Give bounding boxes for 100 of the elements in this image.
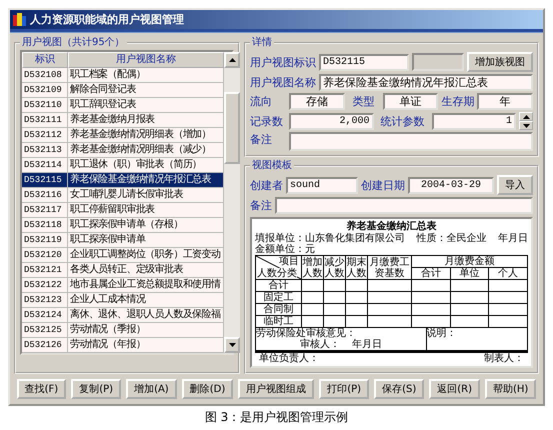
table-cell[interactable]: 职工退休（职）审批表（简历） [68,158,224,173]
table-cell[interactable]: D532126 [22,338,68,353]
scroll-down-button[interactable] [224,337,240,353]
table-cell[interactable]: 养老保险基金缴纳情况年报汇总表 [68,173,224,188]
table-cell[interactable]: D532108 [22,68,68,83]
table-cell[interactable]: 离休、退休、退职人员人数及保险福 [68,308,224,323]
toolbar-button[interactable]: 删除(D) [182,379,234,399]
remark-field[interactable] [275,197,533,214]
records-field[interactable]: 2,000 [289,112,374,130]
table-cell[interactable]: 职工停薪留职审批表 [68,203,224,218]
toolbar-button[interactable]: 返回(R) [429,379,480,399]
blank-field [412,53,464,71]
table-cell[interactable]: 企业职工调整岗位（职务）工资变动 [68,248,224,263]
scroll-thumb[interactable] [224,92,240,164]
form-title: 养老基金缴纳汇总表 [346,221,438,232]
table-cell[interactable]: D532117 [22,203,68,218]
table-cell[interactable]: 职工探亲假申请单 [68,233,224,248]
table-cell[interactable]: D532111 [22,113,68,128]
form-text: 金额单位：元 [255,244,315,255]
table-cell[interactable]: 各类人员转正、定级审批表 [68,263,224,278]
table-cell[interactable]: 劳动情况（季报） [68,323,224,338]
table-cell[interactable]: D532122 [22,278,68,293]
table-cell[interactable]: D532121 [22,263,68,278]
toolbar-button[interactable]: 保存(S) [374,379,424,399]
spin-up-button[interactable] [519,112,533,121]
toolbar-button[interactable]: 帮助(H) [485,379,536,399]
triangle-up-icon [522,114,530,118]
table-cell[interactable]: D532118 [22,218,68,233]
field-label: 记录数 [250,114,284,128]
form-text: 性质：全民企业 [416,233,486,244]
table-cell[interactable]: D532114 [22,158,68,173]
toolbar-button[interactable]: 复制(P) [71,379,122,399]
creator-field[interactable]: sound [286,176,358,194]
table-cell[interactable]: 养老基金缴纳月报表 [68,113,224,128]
table-cell[interactable]: D532112 [22,128,68,143]
scrollbar[interactable] [224,52,240,353]
column-header[interactable]: 标识 [22,52,68,68]
date-field[interactable]: 2004-03-29 [408,176,494,194]
field-label: 用户视图名称 [250,75,316,90]
field-label: 创建日期 [361,178,405,192]
table-cell[interactable]: 地市县属企业工资总额提取和使用情 [68,278,224,293]
table-cell[interactable]: 劳动情况（年报） [68,338,224,353]
scroll-up-button[interactable] [224,52,240,68]
table-cell: 月缴费金额 [412,256,528,268]
form-text: 年月日 [352,339,382,350]
table-cell[interactable]: D532109 [22,83,68,98]
lifetime-field[interactable]: 年 [477,93,534,110]
toolbar-button[interactable]: 用户视图组成 [238,379,314,399]
table-cell: 合计 [412,268,450,280]
table-cell: 合同制 [256,304,302,316]
name-field[interactable]: 养老保险基金缴纳情况年报汇总表 [319,74,533,91]
form-text: 年月日 [498,233,528,244]
table-cell[interactable]: D532115 [22,173,68,188]
column-header[interactable]: 用户视图名称 [68,52,224,68]
table-cell[interactable]: 女工哺乳婴儿请长假审批表 [68,188,224,203]
stats-field[interactable]: 1 [432,112,516,130]
field-label: 备注 [250,198,272,213]
form-text: 说明： [426,328,457,341]
table-cell[interactable]: D532113 [22,143,68,158]
form-text: 填报单位：山东鲁化集团有限公司 [255,233,405,244]
table-cell[interactable]: 职工档案（配偶） [68,68,224,83]
table-cell[interactable]: D532110 [22,98,68,113]
field-label: 用户视图标识 [250,54,316,70]
table-cell: 增加人数 [302,256,324,280]
form-text: 人数分类 [257,268,297,279]
table-cell[interactable]: D532119 [22,233,68,248]
table-cell: 临时工 [256,316,302,328]
figure-caption: 图 3：是用户视图管理示例 [204,409,348,426]
toolbar-button[interactable]: 打印(P) [319,379,370,399]
add-view-button[interactable]: 增加族视图 [467,52,533,72]
table-cell: 减少人数 [324,256,346,280]
table-cell[interactable]: 解除合同登记表 [68,83,224,98]
table-cell[interactable]: 企业人工成本情况 [68,293,224,308]
form-text: 审核人： [300,339,340,350]
table-cell[interactable]: D532116 [22,188,68,203]
form-text: 单位负责人： [259,353,319,364]
import-button[interactable]: 导入 [497,175,533,195]
table-cell[interactable]: D532123 [22,293,68,308]
field-label: 流向 [250,94,273,109]
table-cell[interactable]: 职工探亲假申请单（存根） [68,218,224,233]
id-field[interactable]: D532115 [319,54,409,70]
table-cell[interactable]: 养老基金缴纳情况明细表（增加） [68,128,224,143]
spin-down-button[interactable] [519,121,533,130]
type-field[interactable]: 单证 [382,93,438,110]
triangle-up-icon [228,58,236,62]
table-cell[interactable]: D532125 [22,323,68,338]
toolbar-button[interactable]: 查找(F) [16,379,66,399]
group-title: 视图模板 [251,160,293,171]
table-cell[interactable]: D532120 [22,248,68,263]
table-cell: 月缴费工资基数 [368,256,412,280]
field-label: 备注 [250,132,273,147]
table-cell[interactable]: D532124 [22,308,68,323]
form-text: 项目 [279,256,299,267]
toolbar-button[interactable]: 增加(A) [126,379,177,399]
table-cell[interactable]: 养老基金缴纳情况明细表（减少） [68,143,224,158]
remark-field[interactable] [289,132,533,151]
window-title: 人力资源职能域的用户视图管理 [30,12,184,27]
app-icon [13,13,26,26]
flow-field[interactable]: 存储 [289,93,345,110]
table-cell[interactable]: 职工辞职登记表 [68,98,224,113]
